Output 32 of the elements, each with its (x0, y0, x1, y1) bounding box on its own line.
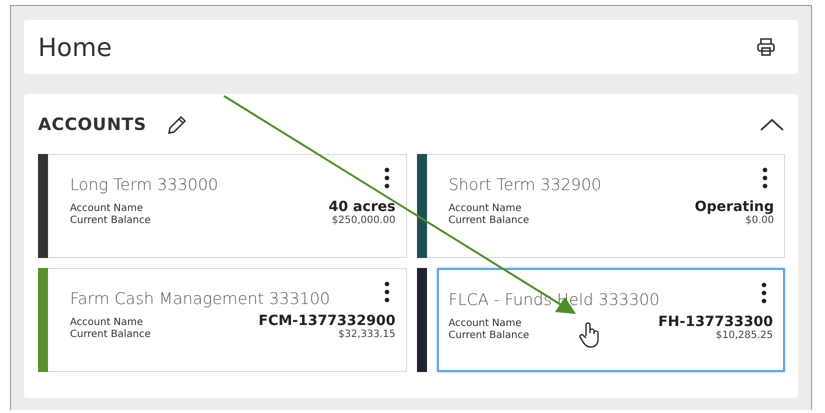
field-label: Current Balance (70, 215, 151, 226)
account-name: 40 acres (328, 199, 396, 215)
account-card[interactable]: Short Term 332900 Account Name Operating Current Balance $0.00 (426, 154, 785, 258)
balance-value: $0.00 (745, 215, 774, 226)
account-name: Operating (694, 199, 774, 215)
kebab-menu-icon[interactable] (384, 281, 390, 303)
account-name: FH-137733300 (658, 314, 773, 330)
kebab-menu-icon[interactable] (384, 167, 390, 189)
kebab-menu-icon[interactable] (761, 282, 767, 304)
field-label: Current Balance (448, 215, 530, 226)
account-title: Short Term 332900 (448, 175, 602, 194)
balance-value: $10,285.25 (716, 330, 773, 341)
account-card[interactable]: Long Term 333000 Account Name 40 acres Current Balance $250,000.00 (48, 154, 406, 258)
field-label: Account Name (448, 203, 522, 214)
balance-value: $250,000.00 (332, 215, 396, 226)
field-label: Account Name (70, 203, 144, 214)
kebab-menu-icon[interactable] (762, 167, 768, 189)
hand-cursor-icon (579, 322, 601, 350)
field-label: Current Balance (448, 330, 530, 341)
field-label: Account Name (70, 317, 144, 328)
field-label: Current Balance (70, 329, 151, 340)
field-label: Account Name (448, 318, 522, 329)
account-name: FCM-1377332900 (258, 313, 396, 329)
section-heading: ACCOUNTS (38, 115, 146, 135)
balance-value: $32,333.15 (338, 329, 396, 340)
account-title: Long Term 333000 (70, 175, 218, 194)
print-icon[interactable] (756, 37, 776, 57)
account-card[interactable]: Farm Cash Management 333100 Account Name FCM-1377332900 Current Balance $32,333.15 (48, 268, 406, 372)
account-title: Farm Cash Management 333100 (70, 289, 330, 308)
pencil-icon[interactable] (166, 114, 188, 136)
page-title: Home (38, 32, 112, 62)
collapse-chevron-icon[interactable] (759, 118, 785, 132)
